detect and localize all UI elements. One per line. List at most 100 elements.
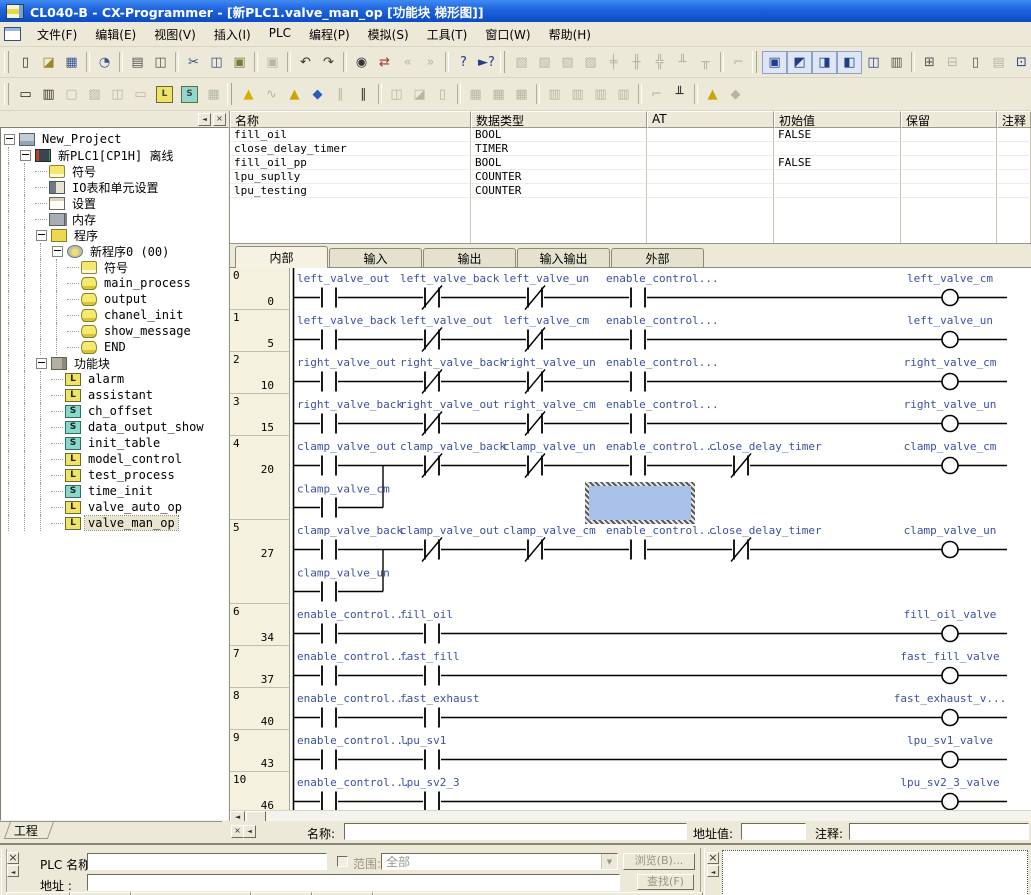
tree-expander-minus-icon[interactable]	[4, 134, 15, 145]
tree-item--[interactable]: 符号	[1, 259, 228, 275]
io-comment-icon[interactable]: ▧	[510, 52, 533, 73]
address-field[interactable]	[87, 874, 620, 891]
ladder-rung-3[interactable]: 315right_valve_backright_valve_outright_…	[230, 394, 1031, 436]
range-checkbox[interactable]	[337, 856, 348, 867]
rung-number-cell[interactable]: 737	[230, 646, 290, 688]
partial-transfer-2-icon[interactable]: ▦	[487, 84, 510, 105]
ladder-rung-0[interactable]: 00left_valve_outleft_valve_backleft_valv…	[230, 268, 1031, 310]
ladder-rung-6[interactable]: 634enable_control...fill_oilfill_oil_val…	[230, 604, 1031, 646]
tab-外部[interactable]: 外部	[611, 248, 704, 267]
tree-item-init_table[interactable]: Sinit_table	[1, 435, 228, 451]
symbol-cell[interactable]: COUNTER	[471, 170, 647, 184]
release-icon[interactable]: ◆	[724, 84, 747, 105]
rung-number-cell[interactable]: 315	[230, 394, 290, 436]
rung-number-cell[interactable]: 943	[230, 730, 290, 772]
rung-number-cell[interactable]: 634	[230, 604, 290, 646]
symbol-column-4[interactable]: 保留	[901, 111, 997, 128]
tree-item-ch_offset[interactable]: Sch_offset	[1, 403, 228, 419]
ladder-rung-1[interactable]: 15left_valve_backleft_valve_outleft_valv…	[230, 310, 1031, 352]
symbol-cell[interactable]	[997, 184, 1031, 198]
toolbar-grip[interactable]	[4, 51, 9, 73]
rung-number-cell[interactable]: 210	[230, 352, 290, 394]
symbol-cell-empty[interactable]	[471, 198, 647, 243]
symbol-cell[interactable]	[647, 156, 774, 170]
toolbar-grip[interactable]	[4, 83, 9, 105]
force-on-icon[interactable]: ▲	[237, 84, 260, 105]
rung-diagram[interactable]: right_valve_outright_valve_backright_val…	[291, 352, 1021, 394]
tab-输入输出[interactable]: 输入输出	[517, 248, 610, 267]
symbol-cell[interactable]	[901, 128, 997, 142]
partial-transfer-1-icon[interactable]: ▦	[464, 84, 487, 105]
symbol-column-3[interactable]: 初始值	[774, 111, 901, 128]
symbol-cell-empty[interactable]	[230, 198, 471, 243]
rung-diagram[interactable]: right_valve_backright_valve_outright_val…	[291, 394, 1021, 436]
rung-diagram[interactable]: enable_control...fill_oilfill_oil_valve	[291, 604, 1021, 646]
symbol-column-1[interactable]: 数据类型	[471, 111, 647, 128]
symbol-column-5[interactable]: 注释	[997, 111, 1031, 128]
io-table-4-icon[interactable]: ▥	[612, 84, 635, 105]
menu-item-5[interactable]: 编程(P)	[300, 23, 359, 46]
protect-icon[interactable]: ▲	[701, 84, 724, 105]
range-combo[interactable]: 全部	[381, 853, 618, 870]
mdi-child-icon[interactable]	[4, 27, 21, 41]
menu-item-0[interactable]: 文件(F)	[28, 23, 86, 46]
tree-item--[interactable]: 内存	[1, 211, 228, 227]
symbol-cell[interactable]: lpu_suplly	[230, 170, 471, 184]
fb-online-icon[interactable]: ⊟	[941, 52, 964, 73]
tree-item--[interactable]: 功能块	[1, 355, 228, 371]
scan-run-icon[interactable]: ╨	[668, 84, 691, 105]
partial-transfer-3-icon[interactable]: ▦	[510, 84, 533, 105]
address-value-field[interactable]	[741, 823, 806, 840]
menu-item-3[interactable]: 插入(I)	[205, 23, 260, 46]
project-tab[interactable]: 工程	[4, 822, 54, 839]
rung-number-cell[interactable]: 15	[230, 310, 290, 352]
ladder-rung-8[interactable]: 840enable_control...fast_exhaustfast_exh…	[230, 688, 1031, 730]
tree-item-valve_auto_op[interactable]: Lvalve_auto_op	[1, 499, 228, 515]
force-off-icon[interactable]: ∿	[260, 84, 283, 105]
symbol-row-1[interactable]: close_delay_timerTIMER	[230, 142, 1031, 156]
rung-diagram[interactable]: clamp_valve_backclamp_valve_outclamp_val…	[291, 520, 1021, 604]
menu-item-2[interactable]: 视图(V)	[145, 23, 205, 46]
rung-diagram[interactable]: enable_control...fast_fillfast_fill_valv…	[291, 646, 1021, 688]
symbol-cell[interactable]	[997, 156, 1031, 170]
tree-expander-minus-icon[interactable]	[36, 230, 47, 241]
view-section-icon[interactable]: ◧	[837, 51, 862, 74]
rung-number-cell[interactable]: 840	[230, 688, 290, 730]
rung-number-cell[interactable]: 00	[230, 268, 290, 310]
step-run-icon[interactable]: ⌐	[645, 84, 668, 105]
rung-diagram[interactable]: enable_control...fast_exhaustfast_exhaus…	[291, 688, 1021, 730]
watch-splitter[interactable]	[700, 848, 705, 895]
symbol-cell[interactable]	[647, 128, 774, 142]
properties-icon[interactable]: ▥	[885, 52, 908, 73]
replace-symbol-icon[interactable]: »	[419, 52, 442, 73]
menu-item-9[interactable]: 帮助(H)	[540, 23, 600, 46]
symbol-cell[interactable]	[774, 184, 901, 198]
ladder-rung-10[interactable]: 1046enable_control...lpu_sv2_3lpu_sv2_3_…	[230, 772, 1031, 810]
tree-item--[interactable]: 符号	[1, 163, 228, 179]
symbol-cell[interactable]	[774, 170, 901, 184]
program-check-icon[interactable]: ◫	[385, 84, 408, 105]
print-preview-icon[interactable]: ◫	[149, 52, 172, 73]
symbol-cell-empty[interactable]	[774, 198, 901, 243]
fb-library-icon[interactable]: ⊞	[918, 52, 941, 73]
plc-name-field[interactable]	[87, 853, 327, 870]
symbol-cell[interactable]	[774, 142, 901, 156]
watch-sheet[interactable]	[722, 850, 1028, 895]
redo-icon[interactable]: ↷	[317, 52, 340, 73]
online-edit-icon[interactable]: ▭	[129, 84, 152, 105]
insert-rising-icon[interactable]: ╨	[671, 52, 694, 73]
sheet-shrink-icon[interactable]	[707, 865, 719, 877]
symbol-cell[interactable]: TIMER	[471, 142, 647, 156]
tree-item-valve_man_op[interactable]: Lvalve_man_op	[1, 515, 228, 531]
undo-icon[interactable]: ↶	[294, 52, 317, 73]
rung-diagram[interactable]: left_valve_backleft_valve_outleft_valve_…	[291, 310, 1021, 352]
ladder-rung-7[interactable]: 737enable_control...fast_fillfast_fill_v…	[230, 646, 1031, 688]
io-table-2-icon[interactable]: ▥	[566, 84, 589, 105]
new-fb-ladder-icon[interactable]: L	[156, 86, 173, 103]
symbol-cell-empty[interactable]	[647, 198, 774, 243]
rung-diagram[interactable]: enable_control...lpu_sv1lpu_sv1_valve	[291, 730, 1021, 772]
io-table-1-icon[interactable]: ▥	[543, 84, 566, 105]
view-symbols-icon[interactable]: ◨	[812, 51, 837, 74]
tree-item-model_control[interactable]: Lmodel_control	[1, 451, 228, 467]
tree-item-chanel_init[interactable]: chanel_init	[1, 307, 228, 323]
